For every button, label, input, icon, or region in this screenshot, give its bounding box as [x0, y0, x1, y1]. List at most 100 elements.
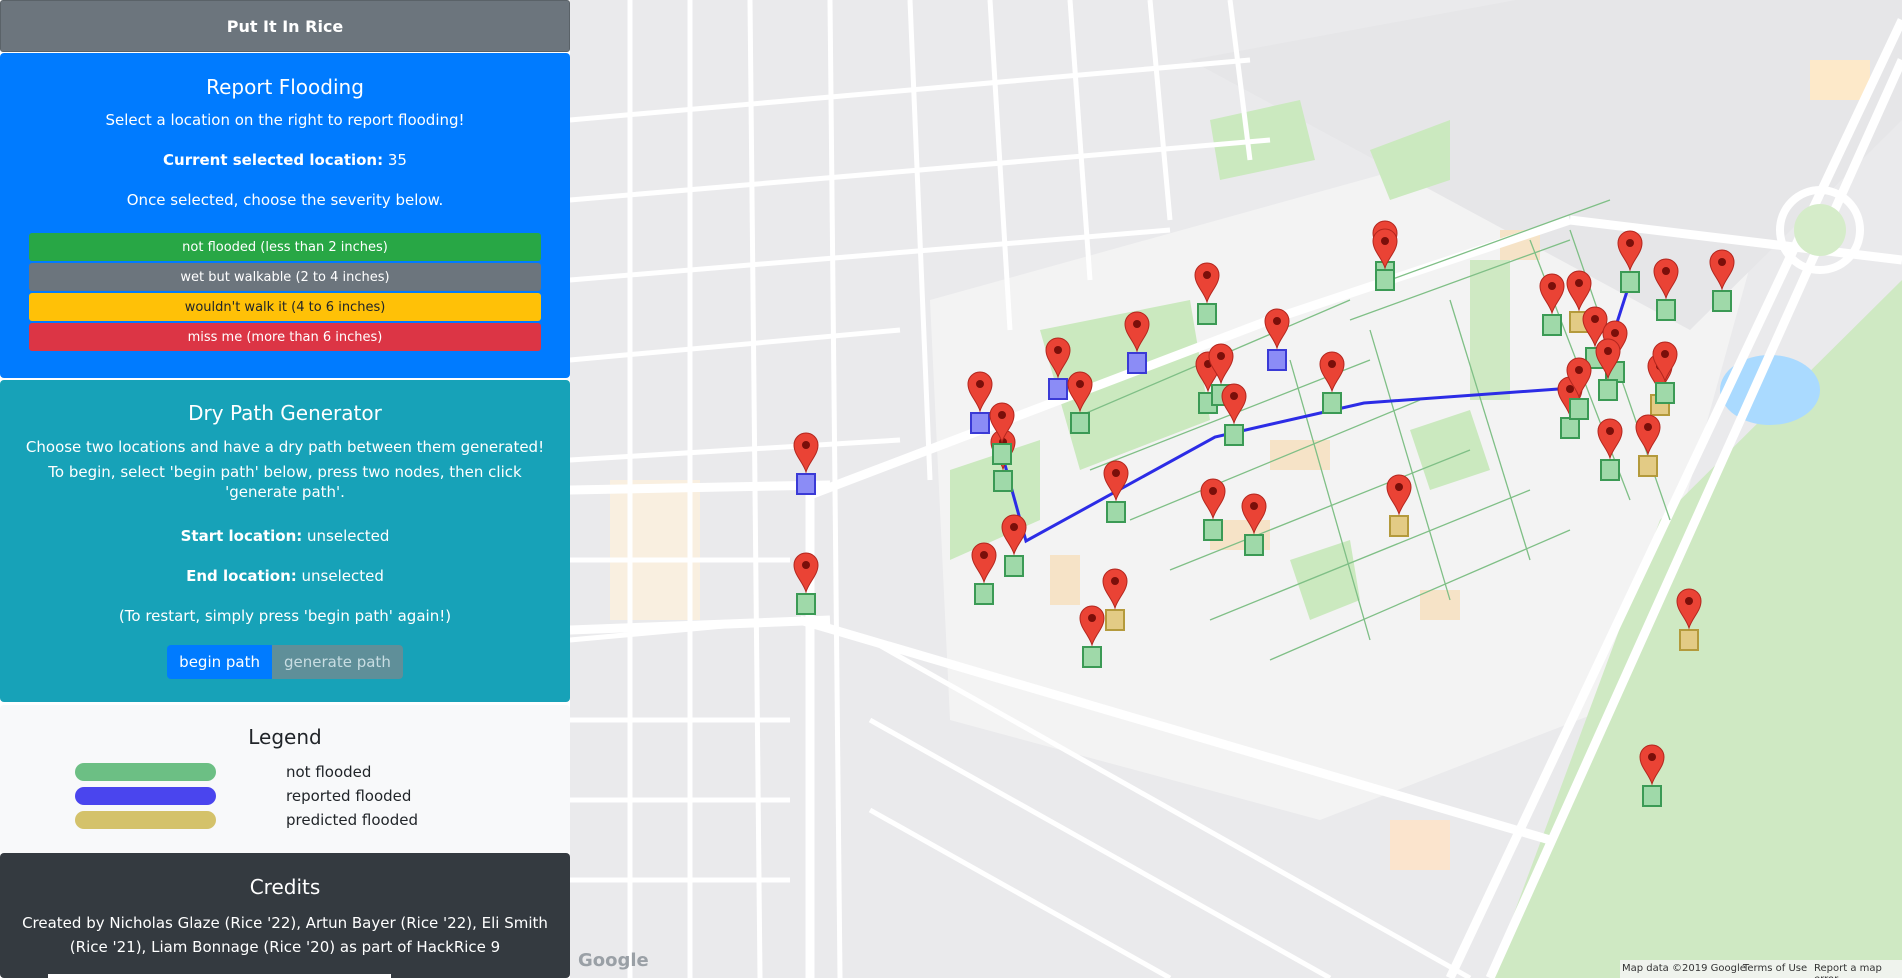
location-status-box[interactable] [1070, 412, 1090, 434]
location-status-box[interactable] [1197, 303, 1217, 325]
wouldnt-walk-button[interactable]: wouldn't walk it (4 to 6 inches) [29, 293, 541, 321]
location-status-box[interactable] [796, 473, 816, 495]
location-status-box[interactable] [1679, 629, 1699, 651]
map-pin-icon[interactable] [1067, 371, 1093, 413]
location-marker[interactable] [1539, 273, 1565, 336]
map-pin-icon[interactable] [1200, 478, 1226, 520]
map-pin-icon[interactable] [1709, 249, 1735, 291]
location-status-box[interactable] [1598, 379, 1618, 401]
location-marker[interactable] [1103, 460, 1129, 523]
location-status-box[interactable] [1127, 352, 1147, 374]
map-pin-dot [1217, 352, 1225, 360]
location-marker[interactable] [1001, 514, 1027, 577]
map-pin-icon[interactable] [793, 552, 819, 594]
location-status-box[interactable] [1375, 269, 1395, 291]
location-marker[interactable] [1653, 258, 1679, 321]
map-pin-icon[interactable] [1103, 460, 1129, 502]
map-pin-icon[interactable] [1194, 262, 1220, 304]
map-pin-icon[interactable] [1639, 744, 1665, 786]
location-marker[interactable] [1124, 311, 1150, 374]
location-marker[interactable] [1102, 568, 1128, 631]
report-map-error-link[interactable]: Report a map error [1814, 963, 1902, 978]
location-marker[interactable] [1067, 371, 1093, 434]
map-pin-icon[interactable] [971, 542, 997, 584]
map-pin-icon[interactable] [1241, 493, 1267, 535]
map-pin-icon[interactable] [1386, 474, 1412, 516]
map-pin-icon[interactable] [1045, 337, 1071, 379]
location-status-box[interactable] [1389, 515, 1409, 537]
map-pin-icon[interactable] [1617, 230, 1643, 272]
map-pin-icon[interactable] [1566, 270, 1592, 312]
location-marker[interactable] [1597, 418, 1623, 481]
location-marker[interactable] [1200, 478, 1226, 541]
location-status-box[interactable] [1048, 378, 1068, 400]
location-status-box[interactable] [1106, 501, 1126, 523]
map-pin-dot [1111, 577, 1119, 585]
map-pin-icon[interactable] [1319, 351, 1345, 393]
terms-link[interactable]: Terms of Use [1743, 963, 1807, 974]
location-marker[interactable] [793, 432, 819, 495]
location-status-box[interactable] [1267, 349, 1287, 371]
location-status-box[interactable] [1642, 785, 1662, 807]
map-pin-icon[interactable] [1102, 568, 1128, 610]
location-status-box[interactable] [1656, 299, 1676, 321]
location-status-box[interactable] [1638, 455, 1658, 477]
location-status-box[interactable] [1105, 609, 1125, 631]
location-marker[interactable] [1045, 337, 1071, 400]
map-pin-icon[interactable] [1539, 273, 1565, 315]
map-pin-icon[interactable] [1079, 605, 1105, 647]
location-status-box[interactable] [1203, 519, 1223, 541]
miss-me-button[interactable]: miss me (more than 6 inches) [29, 323, 541, 351]
begin-path-button[interactable]: begin path [167, 645, 272, 679]
map-pin-icon[interactable] [967, 371, 993, 413]
location-status-box[interactable] [992, 443, 1012, 465]
location-marker[interactable] [967, 371, 993, 434]
map-pin-dot [1395, 483, 1403, 491]
map-pin-icon[interactable] [1124, 311, 1150, 353]
map-pin-icon[interactable] [1676, 588, 1702, 630]
map[interactable]: Google Map data ©2019 Google Terms of Us… [570, 0, 1902, 978]
wet-walkable-button[interactable]: wet but walkable (2 to 4 inches) [29, 263, 541, 291]
location-status-box[interactable] [970, 412, 990, 434]
map-pin-icon[interactable] [1635, 414, 1661, 456]
location-marker[interactable] [1617, 230, 1643, 293]
not-flooded-button[interactable]: not flooded (less than 2 inches) [29, 233, 541, 261]
map-pin-icon[interactable] [793, 432, 819, 474]
location-status-box[interactable] [796, 593, 816, 615]
location-status-box[interactable] [1560, 417, 1580, 439]
location-marker[interactable] [971, 542, 997, 605]
map-pin-icon[interactable] [1653, 258, 1679, 300]
location-status-box[interactable] [1082, 646, 1102, 668]
location-status-box[interactable] [1322, 392, 1342, 414]
location-marker[interactable] [1319, 351, 1345, 414]
location-marker[interactable] [1241, 493, 1267, 556]
location-marker[interactable] [793, 552, 819, 615]
location-marker[interactable] [1709, 249, 1735, 312]
location-marker[interactable] [1639, 744, 1665, 807]
map-pin-icon[interactable] [1597, 418, 1623, 460]
location-status-box[interactable] [1542, 314, 1562, 336]
location-status-box[interactable] [1569, 398, 1589, 420]
map-pin-icon[interactable] [1001, 514, 1027, 556]
location-marker[interactable] [1676, 588, 1702, 651]
location-marker[interactable] [1221, 383, 1247, 446]
location-marker[interactable] [1079, 605, 1105, 668]
location-status-box[interactable] [974, 583, 994, 605]
location-status-box[interactable] [1244, 534, 1264, 556]
location-marker[interactable] [1194, 262, 1220, 325]
location-marker[interactable] [1386, 474, 1412, 537]
dry-path-panel: Dry Path Generator Choose two locations … [0, 380, 570, 702]
location-marker[interactable] [1372, 228, 1398, 291]
generate-path-button[interactable]: generate path [272, 645, 403, 679]
location-status-box[interactable] [1004, 555, 1024, 577]
location-status-box[interactable] [1224, 424, 1244, 446]
location-status-box[interactable] [1655, 382, 1675, 404]
location-marker[interactable] [1635, 414, 1661, 477]
location-status-box[interactable] [1620, 271, 1640, 293]
location-status-box[interactable] [1712, 290, 1732, 312]
location-status-box[interactable] [1600, 459, 1620, 481]
map-pin-icon[interactable] [1264, 308, 1290, 350]
location-marker[interactable] [1264, 308, 1290, 371]
map-pin-icon[interactable] [1221, 383, 1247, 425]
location-status-box[interactable] [993, 470, 1013, 492]
